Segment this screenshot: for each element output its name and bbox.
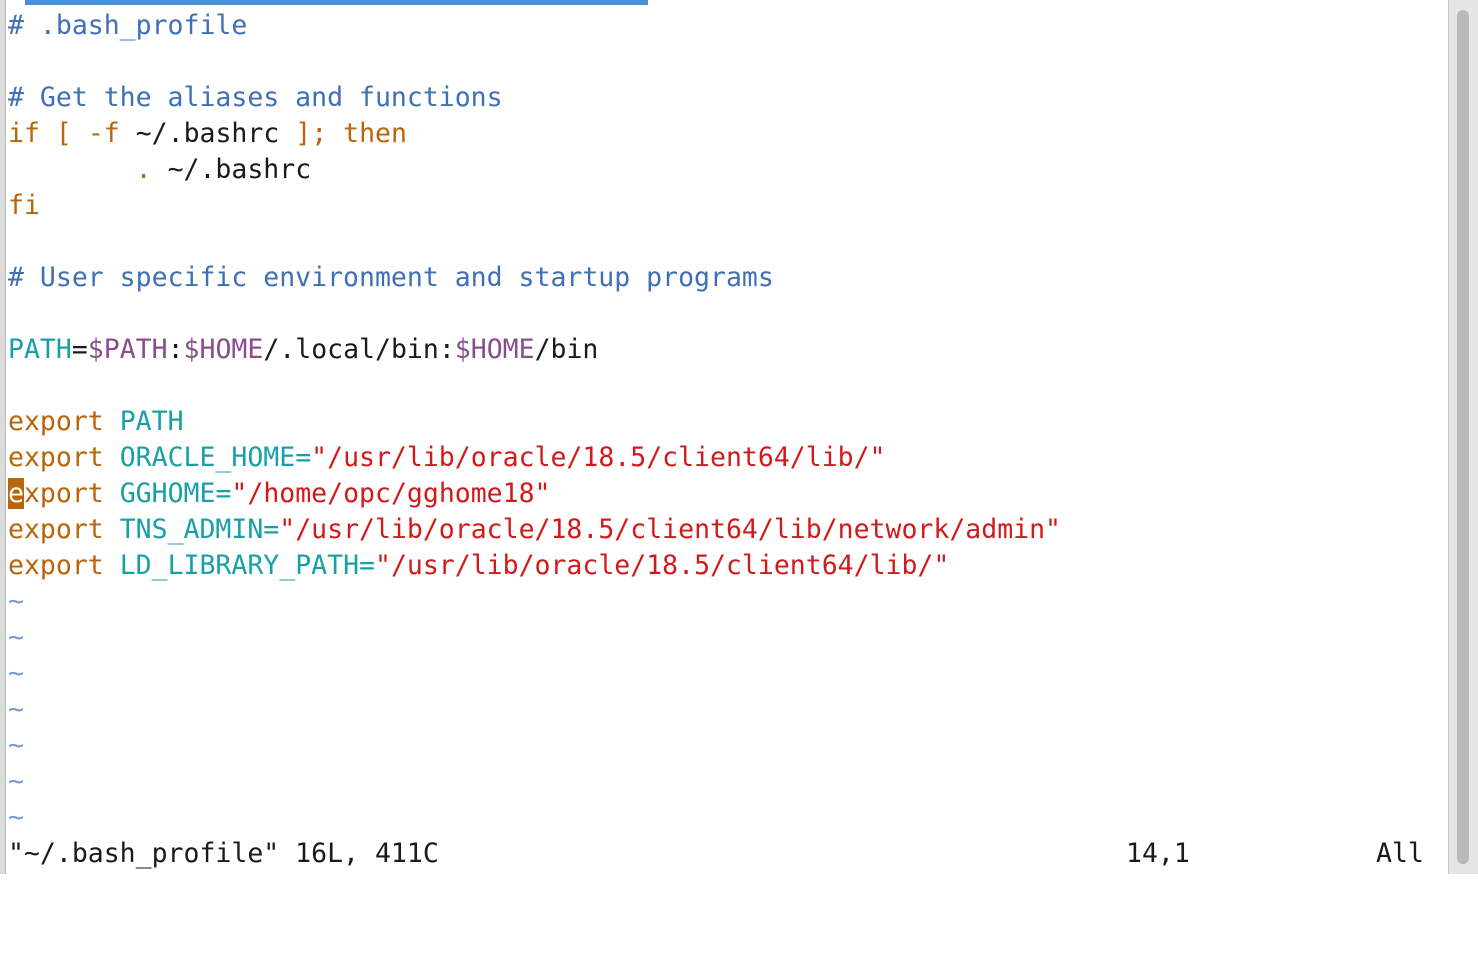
editor-line[interactable]: ~ bbox=[8, 656, 1446, 692]
code-token: /.local/bin: bbox=[263, 334, 455, 365]
editor-line[interactable]: export LD_LIBRARY_PATH="/usr/lib/oracle/… bbox=[8, 548, 1446, 584]
code-token: ~ bbox=[8, 766, 24, 797]
code-token: $HOME bbox=[183, 334, 264, 365]
code-token: ~ bbox=[8, 586, 24, 617]
status-cursor-position: 14,1 bbox=[1126, 838, 1190, 869]
code-token: : bbox=[167, 334, 184, 365]
code-token: TNS_ADMIN= bbox=[119, 514, 280, 545]
editor-line[interactable]: # .bash_profile bbox=[8, 8, 1446, 44]
scrollbar-thumb[interactable] bbox=[1457, 10, 1469, 864]
code-token: . bbox=[135, 154, 152, 185]
status-scroll-position: All bbox=[1376, 838, 1424, 869]
editor-line[interactable]: fi bbox=[8, 188, 1446, 224]
code-token: "/home/opc/gghome18" bbox=[231, 478, 551, 509]
code-token: ORACLE_HOME= bbox=[119, 442, 312, 473]
vertical-scrollbar[interactable] bbox=[1448, 0, 1478, 874]
editor-line[interactable]: export ORACLE_HOME="/usr/lib/oracle/18.5… bbox=[8, 440, 1446, 476]
vim-status-line: "~/.bash_profile" 16L, 411C 14,1 All bbox=[8, 836, 1446, 872]
editor-line[interactable] bbox=[8, 368, 1446, 404]
editor-line[interactable] bbox=[8, 296, 1446, 332]
text-cursor: e bbox=[8, 478, 24, 509]
code-token: export bbox=[8, 406, 104, 437]
code-token: PATH bbox=[8, 334, 72, 365]
code-token: ]; bbox=[295, 118, 328, 149]
code-token: ~ bbox=[8, 730, 24, 761]
editor-line[interactable]: ~ bbox=[8, 692, 1446, 728]
editor-line[interactable]: export GGHOME="/home/opc/gghome18" bbox=[8, 476, 1446, 512]
editor-line[interactable]: ~ bbox=[8, 728, 1446, 764]
code-token: "/usr/lib/oracle/18.5/client64/lib/netwo… bbox=[279, 514, 1062, 545]
editor-line[interactable] bbox=[8, 44, 1446, 80]
code-token: ~ bbox=[8, 622, 24, 653]
code-token: fi bbox=[8, 190, 40, 221]
editor-line[interactable]: ~ bbox=[8, 620, 1446, 656]
code-token: ~ bbox=[8, 694, 24, 725]
code-token: # Get the aliases and functions bbox=[8, 82, 503, 113]
editor-line[interactable]: if [ -f ~/.bashrc ]; then bbox=[8, 116, 1446, 152]
editor-line[interactable]: . ~/.bashrc bbox=[8, 152, 1446, 188]
code-token: ~/.bashrc bbox=[119, 118, 296, 149]
editor-line[interactable]: # Get the aliases and functions bbox=[8, 80, 1446, 116]
editor-line[interactable]: ~ bbox=[8, 764, 1446, 800]
code-token: then bbox=[343, 118, 407, 149]
code-token: "/usr/lib/oracle/18.5/client64/lib/" bbox=[374, 550, 950, 581]
code-token: -f bbox=[87, 118, 120, 149]
code-token: export bbox=[8, 550, 104, 581]
code-token: $HOME bbox=[454, 334, 535, 365]
code-token: xport bbox=[23, 478, 104, 509]
code-token: $PATH bbox=[87, 334, 168, 365]
status-file-info: "~/.bash_profile" 16L, 411C bbox=[8, 838, 439, 869]
code-token: /bin bbox=[534, 334, 599, 365]
code-token: LD_LIBRARY_PATH= bbox=[119, 550, 375, 581]
vim-editor-buffer[interactable]: # .bash_profile # Get the aliases and fu… bbox=[8, 8, 1446, 836]
tab-progress-bar bbox=[25, 0, 648, 5]
editor-line[interactable]: # User specific environment and startup … bbox=[8, 260, 1446, 296]
editor-line[interactable]: export PATH bbox=[8, 404, 1446, 440]
code-token: "/usr/lib/oracle/18.5/client64/lib/" bbox=[311, 442, 886, 473]
code-token: ~ bbox=[8, 658, 24, 689]
code-token: export bbox=[8, 514, 104, 545]
code-token: [ bbox=[55, 118, 72, 149]
code-token: PATH bbox=[119, 406, 184, 437]
code-token: GGHOME= bbox=[119, 478, 232, 509]
window-left-edge bbox=[0, 0, 6, 874]
code-token: ~/.bashrc bbox=[151, 154, 312, 185]
code-token: if bbox=[8, 118, 40, 149]
code-token: # .bash_profile bbox=[8, 10, 248, 41]
editor-line[interactable] bbox=[8, 224, 1446, 260]
editor-line[interactable]: PATH=$PATH:$HOME/.local/bin:$HOME/bin bbox=[8, 332, 1446, 368]
editor-line[interactable]: export TNS_ADMIN="/usr/lib/oracle/18.5/c… bbox=[8, 512, 1446, 548]
code-token: ~ bbox=[8, 802, 24, 833]
editor-line[interactable]: ~ bbox=[8, 584, 1446, 620]
code-token: export bbox=[8, 442, 104, 473]
code-token: # User specific environment and startup … bbox=[8, 262, 774, 293]
editor-line[interactable]: ~ bbox=[8, 800, 1446, 836]
code-token: = bbox=[71, 334, 88, 365]
